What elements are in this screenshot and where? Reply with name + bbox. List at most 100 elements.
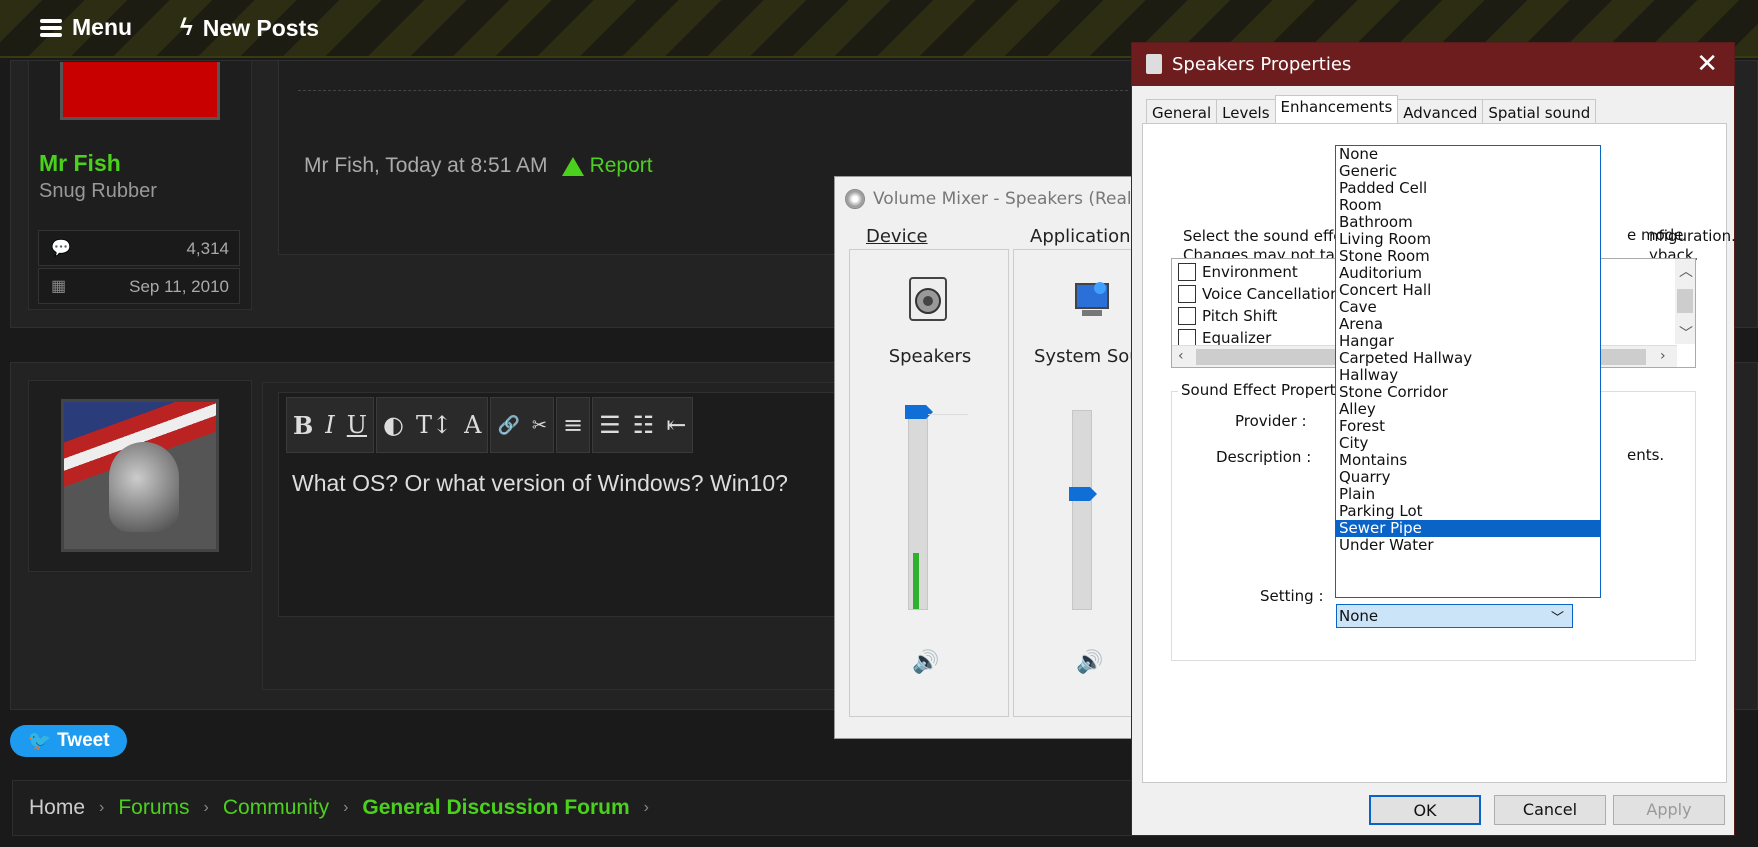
device-name[interactable]: Speakers <box>850 346 1010 367</box>
tab-advanced[interactable]: Advanced <box>1397 99 1484 125</box>
dropdown-option[interactable]: Living Room <box>1336 231 1600 248</box>
breadcrumb-general-discussion[interactable]: General Discussion Forum <box>362 796 629 820</box>
tab-enhancements[interactable]: Enhancements <box>1274 95 1399 123</box>
breadcrumb-community[interactable]: Community <box>223 796 329 820</box>
app-volume-slider[interactable] <box>1069 410 1097 610</box>
dropdown-option[interactable]: Montains <box>1336 452 1600 469</box>
new-posts-button[interactable]: ϟ New Posts <box>180 14 319 42</box>
italic-button[interactable]: I <box>325 411 334 439</box>
style-group: ◐ T↕ A <box>376 397 489 453</box>
dropdown-option[interactable]: Carpeted Hallway <box>1336 350 1600 367</box>
effects-vertical-scrollbar[interactable]: ︿ ﹀ <box>1675 259 1695 344</box>
outdent-icon[interactable]: ⇤ <box>666 411 686 439</box>
joined-stat: ▦ Sep 11, 2010 <box>38 268 240 304</box>
numbered-list-icon[interactable]: ☷ <box>633 411 655 439</box>
color-icon[interactable]: ◐ <box>383 411 404 439</box>
scroll-down-icon[interactable]: ﹀ <box>1679 323 1693 343</box>
tweet-button[interactable]: 🐦 Tweet <box>10 725 127 757</box>
editor-text[interactable]: What OS? Or what version of Windows? Win… <box>292 470 788 497</box>
dialog-tabs: General Levels Enhancements Advanced Spa… <box>1146 95 1597 125</box>
tab-general[interactable]: General <box>1146 99 1218 125</box>
device-peak-meter <box>913 553 919 609</box>
tweet-label: Tweet <box>57 730 110 751</box>
dialog-titlebar[interactable]: Speakers Properties ✕ <box>1132 43 1734 86</box>
font-size-icon[interactable]: T↕ <box>416 411 452 439</box>
dropdown-option[interactable]: Alley <box>1336 401 1600 418</box>
dropdown-option[interactable]: None <box>1336 146 1600 163</box>
dropdown-option[interactable]: Room <box>1336 197 1600 214</box>
tab-levels[interactable]: Levels <box>1216 99 1276 125</box>
font-family-icon[interactable]: A <box>464 411 481 439</box>
menu-button[interactable]: Menu <box>40 14 132 41</box>
dropdown-option[interactable]: Cave <box>1336 299 1600 316</box>
dropdown-option[interactable]: Plain <box>1336 486 1600 503</box>
checkbox[interactable] <box>1178 307 1196 325</box>
checkbox[interactable] <box>1178 285 1196 303</box>
dropdown-option[interactable]: Hangar <box>1336 333 1600 350</box>
setting-label: Setting : <box>1260 587 1324 605</box>
breadcrumb-home[interactable]: Home <box>29 796 85 820</box>
device-volume-slider[interactable] <box>905 405 933 610</box>
system-sounds-icon[interactable] <box>1072 276 1112 322</box>
dropdown-option[interactable]: Auditorium <box>1336 265 1600 282</box>
exclusive-mode-tail[interactable]: e mode <box>1627 226 1684 244</box>
breadcrumb: Home › Forums › Community › General Discuss… <box>12 780 1172 836</box>
dropdown-option[interactable]: City <box>1336 435 1600 452</box>
bold-button[interactable]: B <box>293 411 313 440</box>
avatar[interactable] <box>60 62 220 120</box>
scroll-up-icon[interactable]: ︿ <box>1679 261 1693 281</box>
dropdown-option[interactable]: Hallway <box>1336 367 1600 384</box>
dropdown-option[interactable]: Quarry <box>1336 469 1600 486</box>
scroll-left-icon[interactable]: ‹ <box>1178 348 1184 364</box>
dropdown-option[interactable]: Sewer Pipe <box>1336 520 1600 537</box>
breadcrumb-forums[interactable]: Forums <box>118 796 189 820</box>
speaker-device-icon[interactable] <box>908 276 948 322</box>
dropdown-option[interactable]: Stone Corridor <box>1336 384 1600 401</box>
reply-avatar[interactable] <box>61 399 219 552</box>
report-label: Report <box>589 154 653 177</box>
post-author-time[interactable]: Mr Fish, Today at 8:51 AM <box>304 154 548 178</box>
align-icon[interactable]: ≡ <box>563 411 583 439</box>
dropdown-option[interactable]: Forest <box>1336 418 1600 435</box>
username[interactable]: Mr Fish <box>39 150 121 177</box>
app-mute-icon[interactable]: 🔊 <box>1076 650 1103 675</box>
description-label: Description : <box>1216 448 1312 466</box>
helmet-icon <box>109 442 179 532</box>
unlink-icon[interactable]: ✂ <box>532 415 547 436</box>
apply-button[interactable]: Apply <box>1613 795 1725 825</box>
underline-button[interactable]: U <box>347 411 367 439</box>
tab-spatial-sound[interactable]: Spatial sound <box>1482 99 1597 125</box>
checkbox[interactable] <box>1178 263 1196 281</box>
dropdown-option[interactable]: Stone Room <box>1336 248 1600 265</box>
effect-environment[interactable]: Environment <box>1178 263 1298 281</box>
device-mute-icon[interactable]: 🔊 <box>912 650 939 675</box>
dropdown-option[interactable]: Concert Hall <box>1336 282 1600 299</box>
dropdown-option[interactable]: Arena <box>1336 316 1600 333</box>
report-link[interactable]: Report <box>561 154 653 178</box>
dropdown-option[interactable]: Bathroom <box>1336 214 1600 231</box>
speaker-title-icon <box>1146 54 1162 74</box>
close-icon[interactable]: ✕ <box>1696 49 1718 79</box>
user-title: Snug Rubber <box>39 180 157 202</box>
scroll-right-icon[interactable]: › <box>1660 348 1666 364</box>
effect-pitch-shift[interactable]: Pitch Shift <box>1178 307 1277 325</box>
mixer-title: Volume Mixer - Speakers (Realtek <box>873 189 1159 209</box>
chevron-right-icon: › <box>99 799 105 816</box>
bullet-list-icon[interactable]: ☰ <box>599 411 621 439</box>
chevron-down-icon: ﹀ <box>1550 611 1564 626</box>
mixer-titlebar[interactable]: Volume Mixer - Speakers (Realtek <box>845 189 1159 209</box>
dropdown-option[interactable]: Padded Cell <box>1336 180 1600 197</box>
editor-toolbar: B I U ◐ T↕ A 🔗 ✂ ≡ ☰ ☷ ⇤ <box>286 397 694 453</box>
link-icon[interactable]: 🔗 <box>497 415 519 436</box>
vertical-scroll-thumb[interactable] <box>1677 289 1693 313</box>
dropdown-option[interactable]: Generic <box>1336 163 1600 180</box>
setting-dropdown[interactable]: None ﹀ <box>1336 604 1573 628</box>
effect-voice-cancellation[interactable]: Voice Cancellation <box>1178 285 1340 303</box>
ok-button[interactable]: OK <box>1369 795 1481 825</box>
device-volume-thumb[interactable] <box>905 405 933 419</box>
dropdown-option[interactable]: Under Water <box>1336 537 1600 554</box>
dropdown-option[interactable]: Parking Lot <box>1336 503 1600 520</box>
cancel-button[interactable]: Cancel <box>1494 795 1606 825</box>
app-volume-thumb[interactable] <box>1069 487 1097 501</box>
description-value-tail: ents. <box>1627 446 1665 464</box>
